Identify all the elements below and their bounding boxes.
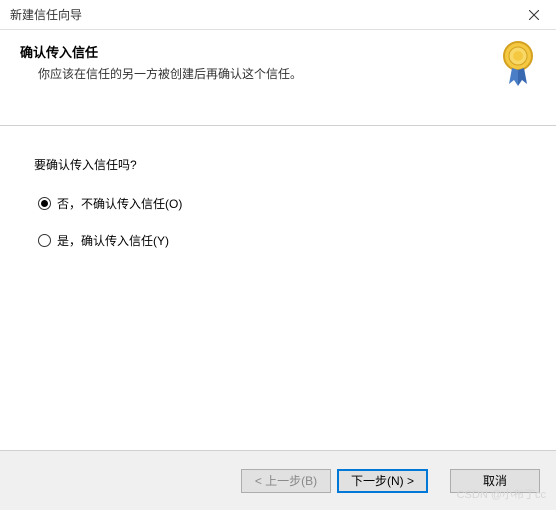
wizard-footer: < 上一步(B) 下一步(N) > 取消 [0, 450, 556, 510]
radio-label-no: 否，不确认传入信任(O) [57, 195, 182, 212]
page-title: 确认传入信任 [20, 42, 536, 61]
wizard-header: 确认传入信任 你应该在信任的另一方被创建后再确认这个信任。 [0, 30, 556, 126]
page-description: 你应该在信任的另一方被创建后再确认这个信任。 [20, 65, 536, 82]
radio-option-yes[interactable]: 是，确认传入信任(Y) [38, 232, 522, 249]
cancel-button[interactable]: 取消 [450, 469, 540, 493]
question-text: 要确认传入信任吗? [34, 156, 522, 173]
close-button[interactable] [511, 0, 556, 30]
wizard-content: 要确认传入信任吗? 否，不确认传入信任(O) 是，确认传入信任(Y) [0, 126, 556, 450]
radio-icon [38, 197, 51, 210]
radio-group: 否，不确认传入信任(O) 是，确认传入信任(Y) [34, 195, 522, 249]
back-button[interactable]: < 上一步(B) [241, 469, 331, 493]
radio-label-yes: 是，确认传入信任(Y) [57, 232, 169, 249]
window-title: 新建信任向导 [10, 6, 82, 23]
close-icon [529, 10, 539, 20]
badge-icon [498, 40, 538, 93]
titlebar: 新建信任向导 [0, 0, 556, 30]
radio-icon [38, 234, 51, 247]
next-button[interactable]: 下一步(N) > [337, 469, 428, 493]
radio-option-no[interactable]: 否，不确认传入信任(O) [38, 195, 522, 212]
